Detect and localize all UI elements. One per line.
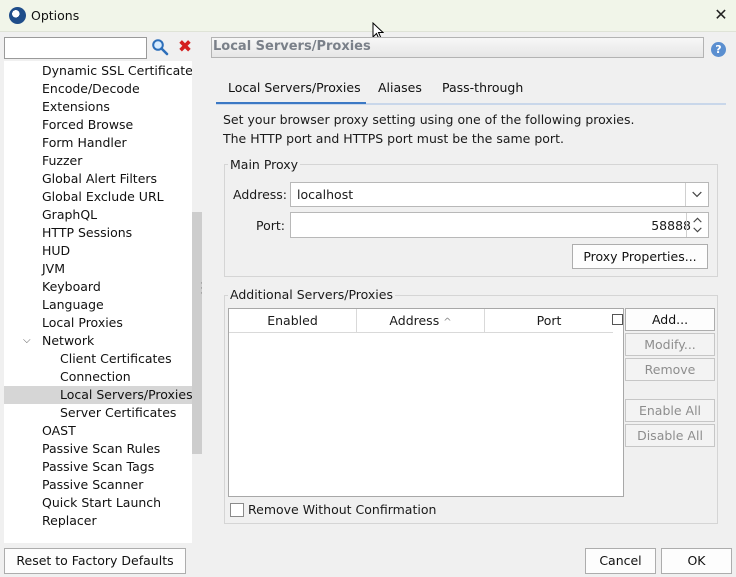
tree-item-label: Encode/Decode <box>42 81 140 96</box>
tree-item-label: Connection <box>60 369 131 384</box>
tree-item-label: Extensions <box>42 99 110 114</box>
tree-item-label: Keyboard <box>42 279 101 294</box>
tree-item-label: OAST <box>42 423 76 438</box>
tree-item[interactable]: Local Proxies <box>4 314 192 332</box>
tab-pass-through[interactable]: Pass-through <box>442 80 523 104</box>
tree-item[interactable]: Quick Start Launch <box>4 494 192 512</box>
tree-item-label: Passive Scan Tags <box>42 459 155 474</box>
window-title: Options <box>31 8 80 23</box>
tree-item[interactable]: Extensions <box>4 98 192 116</box>
tree-item[interactable]: Global Alert Filters <box>4 170 192 188</box>
help-icon[interactable]: ? <box>711 42 726 57</box>
search-icon[interactable] <box>151 38 169 56</box>
tree-item-label: Network <box>42 333 95 348</box>
enable-all-button[interactable]: Enable All <box>625 399 715 422</box>
additional-servers-table[interactable] <box>228 308 624 497</box>
tree-item-label: Global Alert Filters <box>42 171 158 186</box>
tree-item-label: Forced Browse <box>42 117 134 132</box>
clear-search-icon[interactable]: ✖ <box>176 38 194 56</box>
ok-button[interactable]: OK <box>661 548 732 574</box>
tree-item-label: Quick Start Launch <box>42 495 162 510</box>
tree-item[interactable]: Form Handler <box>4 134 192 152</box>
column-header-address-label: Address <box>389 313 440 328</box>
tree-item[interactable]: Fuzzer <box>4 152 192 170</box>
remove-button[interactable]: Remove <box>625 358 715 381</box>
column-control-icon[interactable] <box>612 314 623 325</box>
tab-local-servers-proxies[interactable]: Local Servers/Proxies <box>216 80 366 104</box>
disable-all-button[interactable]: Disable All <box>625 424 715 447</box>
modify-button[interactable]: Modify... <box>625 333 715 356</box>
sort-ascending-icon: ^ <box>443 317 452 328</box>
cancel-button[interactable]: Cancel <box>585 548 656 574</box>
chevron-down-icon[interactable] <box>685 183 708 206</box>
split-pane-handle[interactable]: · · · <box>200 280 204 299</box>
tree-item[interactable]: Global Exclude URL <box>4 188 192 206</box>
remove-without-confirmation-label: Remove Without Confirmation <box>248 502 437 517</box>
tree-item-label: GraphQL <box>42 207 98 222</box>
main-proxy-group-title: Main Proxy <box>228 157 301 172</box>
tree-item-label: Passive Scan Rules <box>42 441 161 456</box>
tree-item[interactable]: Language <box>4 296 192 314</box>
tree-item[interactable]: ⌵ Network <box>4 332 192 350</box>
reset-to-factory-defaults-button[interactable]: Reset to Factory Defaults <box>4 548 186 574</box>
tree-item-label: JVM <box>42 261 66 276</box>
title-bar <box>0 0 736 32</box>
panel-title: Local Servers/Proxies <box>213 39 371 54</box>
tree-item-label: Form Handler <box>42 135 127 150</box>
tree-item-label: Language <box>42 297 104 312</box>
tree-item-label: Fuzzer <box>42 153 83 168</box>
tree-item[interactable]: Connection <box>4 368 192 386</box>
app-icon <box>9 7 26 24</box>
tree-item[interactable]: Replacer <box>4 512 192 530</box>
tree-item[interactable]: Client Certificates <box>4 350 192 368</box>
spinner-arrows-icon[interactable] <box>686 213 708 237</box>
tree-item-label: Global Exclude URL <box>42 189 164 204</box>
tree-item[interactable]: Passive Scanner <box>4 476 192 494</box>
tree-item[interactable]: GraphQL <box>4 206 192 224</box>
tree-item-label: HUD <box>42 243 71 258</box>
tree-item[interactable]: HTTP Sessions <box>4 224 192 242</box>
tree-item-label: HTTP Sessions <box>42 225 133 240</box>
column-header-address[interactable]: Address ^ <box>357 309 485 333</box>
description-line-1: Set your browser proxy setting using one… <box>223 112 635 127</box>
tree-item-label: Client Certificates <box>60 351 172 366</box>
tree-item[interactable]: Server Certificates <box>4 404 192 422</box>
tree-item-label: Local Proxies <box>42 315 123 330</box>
tree-item-label: Server Certificates <box>60 405 177 420</box>
proxy-properties-button[interactable]: Proxy Properties... <box>572 244 708 269</box>
port-label: Port: <box>256 218 285 233</box>
tree-item-label: Dynamic SSL Certificates <box>42 63 192 78</box>
tree-item-label: Passive Scanner <box>42 477 144 492</box>
remove-without-confirmation-checkbox[interactable] <box>230 503 244 517</box>
address-label: Address: <box>233 187 287 202</box>
options-tree: Dynamic SSL Certificates Encode/Decode Ext… <box>4 61 192 543</box>
tree-item[interactable]: Dynamic SSL Certificates <box>4 62 192 80</box>
tree-scrollbar-thumb[interactable] <box>192 212 202 454</box>
tree-item[interactable]: Forced Browse <box>4 116 192 134</box>
address-value[interactable]: localhost <box>297 187 353 202</box>
search-input[interactable] <box>4 37 147 59</box>
tree-item[interactable]: Passive Scan Tags <box>4 458 192 476</box>
additional-servers-group-title: Additional Servers/Proxies <box>228 287 395 302</box>
column-header-enabled[interactable]: Enabled <box>229 309 357 333</box>
port-value[interactable]: 58888 <box>560 218 691 233</box>
tree-item-label: Replacer <box>42 513 97 528</box>
chevron-down-icon[interactable]: ⌵ <box>23 332 31 350</box>
add-button[interactable]: Add... <box>625 308 715 331</box>
tab-aliases[interactable]: Aliases <box>378 80 422 104</box>
close-icon[interactable]: ✕ <box>711 5 731 25</box>
tree-item[interactable]: HUD <box>4 242 192 260</box>
tree-item[interactable]: Encode/Decode <box>4 80 192 98</box>
description-line-2: The HTTP port and HTTPS port must be the… <box>223 131 564 146</box>
tree-item[interactable]: Keyboard <box>4 278 192 296</box>
tree-item-label: Local Servers/Proxies <box>60 387 192 402</box>
tree-item[interactable]: OAST <box>4 422 192 440</box>
tree-item[interactable]: JVM <box>4 260 192 278</box>
tree-item[interactable]: Local Servers/Proxies <box>4 386 192 404</box>
column-header-port[interactable]: Port <box>485 309 613 333</box>
tree-item[interactable]: Passive Scan Rules <box>4 440 192 458</box>
